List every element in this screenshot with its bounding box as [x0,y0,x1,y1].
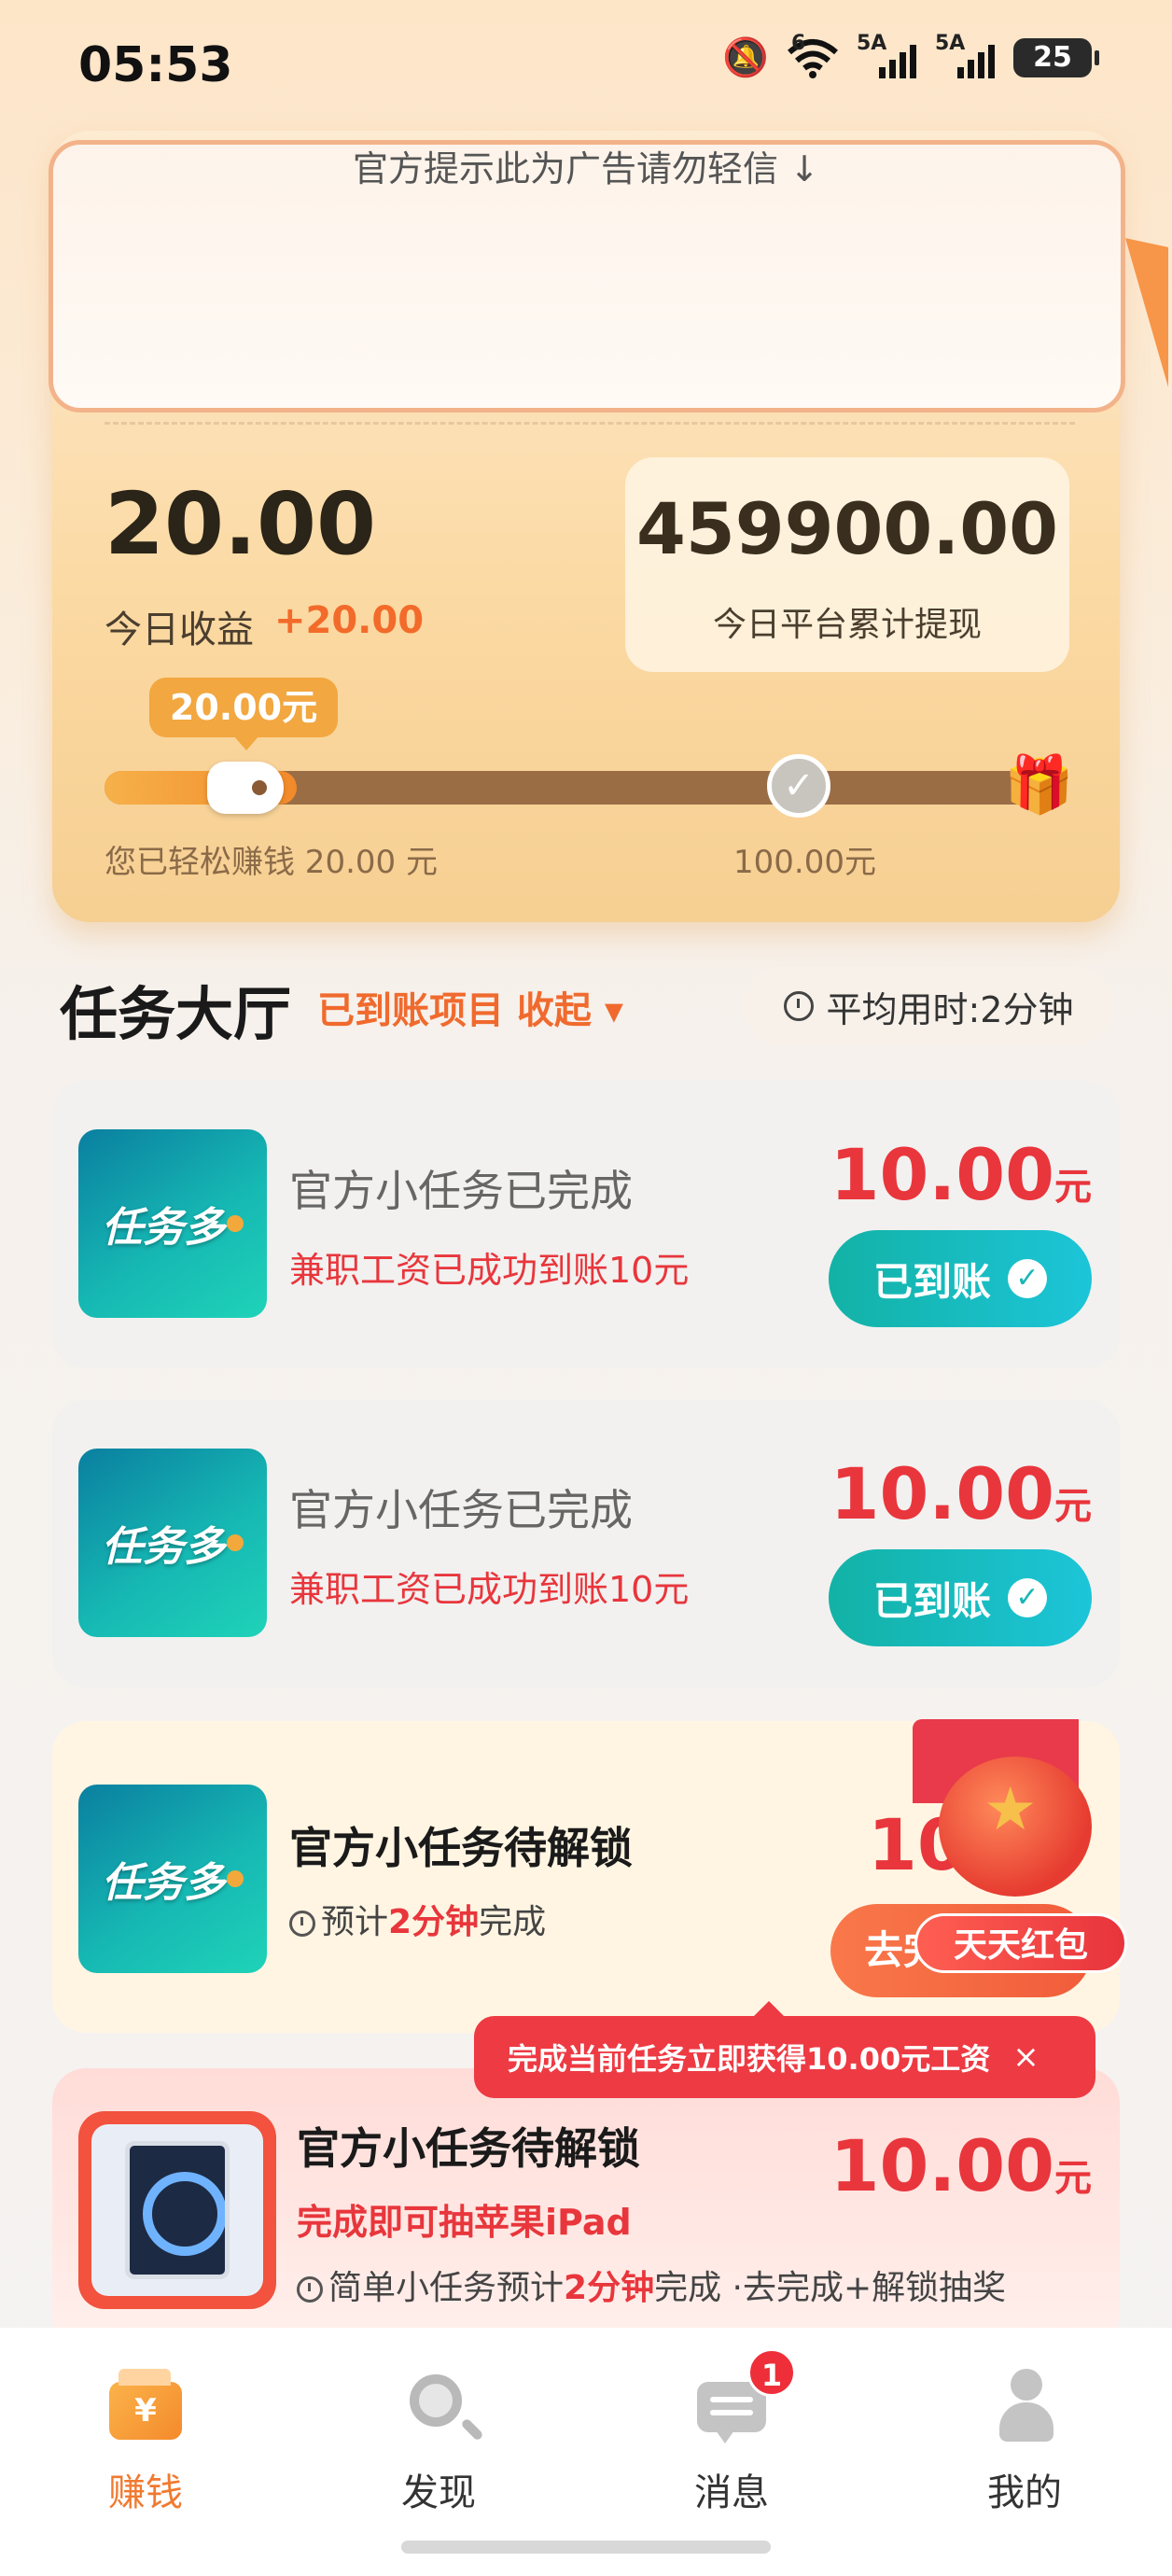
task-title: 官方小任务待解锁 [297,2123,640,2174]
ipad-thumbnail [78,2111,276,2309]
task-logo: 任务多 [78,1129,267,1318]
earned-label: 您已轻松赚钱 20.00 元 [105,844,438,881]
divider [105,422,1075,425]
unread-badge: 1 [747,2348,796,2397]
nav-profile[interactable]: 我的 [931,2369,1118,2516]
collapse-toggle[interactable]: 已到账项目 收起 ▾ [317,980,623,1034]
nav-label: 赚钱 [108,2471,183,2514]
task-subtitle: 完成即可抽苹果iPad [297,2202,632,2243]
task-amount: 10.00元 [830,1133,1092,1216]
task-logo: 任务多 [78,1785,267,1973]
profile-icon [999,2369,1053,2443]
task-amount: 10.00元 [830,1452,1092,1535]
nav-label: 消息 [694,2471,769,2514]
today-earnings-label: 今日收益 [105,609,254,651]
nav-earn[interactable]: ¥ 赚钱 [52,2369,239,2516]
nav-discover[interactable]: 发现 [345,2369,532,2516]
check-icon: ✓ [1008,1578,1047,1617]
task-title: 官方小任务已完成 [289,1166,633,1216]
status-bar: 05:53 🔕 6 5A 5A 25 [0,0,1172,131]
platform-withdraw-label: 今日平台累计提现 [712,606,982,644]
task-card-completed-1[interactable]: 任务多 官方小任务已完成 兼职工资已成功到账10元 10.00元 已到账 ✓ [52,1081,1120,1368]
task-card-completed-2[interactable]: 任务多 官方小任务已完成 兼职工资已成功到账10元 10.00元 已到账 ✓ [52,1400,1120,1687]
task-hall-title: 任务大厅 [60,980,292,1048]
clock-icon [783,991,814,1021]
red-packet-floating[interactable]: ★ [913,1719,1122,1934]
rocket-icon [207,762,284,814]
today-earnings-delta: +20.00 [274,599,425,642]
task-estimate: 预计2分钟完成 [289,1895,546,1943]
gift-icon[interactable]: 🎁 [1004,752,1074,818]
task-logo: 任务多 [78,1449,267,1637]
today-earnings-value: 20.00 [105,474,377,574]
clock-icon [289,1911,315,1937]
task-card-ipad[interactable]: 官方小任务待解锁 完成即可抽苹果iPad 简单小任务预计2分钟完成 ·去完成+解… [52,2068,1120,2348]
ad-notice: 官方提示此为广告请勿轻信 ↓ [353,148,819,189]
close-icon[interactable]: × [1012,2038,1039,2076]
wifi-icon: 6 [786,32,840,78]
star-icon: ★ [984,1775,1038,1844]
received-button[interactable]: 已到账 ✓ [829,1549,1092,1646]
task-subtitle: 兼职工资已成功到账10元 [289,1569,690,1610]
signal-icon-1: 5A [857,32,918,78]
clock-time: 05:53 [78,37,233,93]
ad-corner-decoration [1125,238,1168,387]
status-icons: 🔕 6 5A 5A 25 [722,32,1099,79]
goal-label: 100.00元 [733,844,876,881]
progress-bubble: 20.00元 [149,678,338,750]
nav-label: 我的 [987,2471,1062,2514]
task-title: 官方小任务待解锁 [289,1823,633,1873]
task-amount: 10.00元 [830,2124,1092,2207]
red-packet-label[interactable]: 天天红包 [914,1913,1127,1973]
received-button[interactable]: 已到账 ✓ [829,1230,1092,1327]
home-indicator[interactable] [401,2541,771,2554]
nav-messages[interactable]: 1 消息 [638,2348,825,2516]
nav-label: 发现 [401,2471,476,2514]
task-subtitle: 兼职工资已成功到账10元 [289,1250,690,1291]
task-title: 官方小任务已完成 [289,1485,633,1535]
battery-icon: 25 [1013,37,1099,77]
checkpoint-check-icon: ✓ [767,754,830,818]
bell-off-icon: 🔕 [722,36,769,79]
clock-icon [297,2276,323,2303]
bottom-nav: ¥ 赚钱 发现 1 消息 我的 [0,2328,1172,2576]
signal-icon-2: 5A [935,32,997,78]
wallet-icon: ¥ [109,2369,182,2440]
discover-icon [410,2374,462,2427]
ipad-image [125,2141,230,2279]
tip-text: 完成当前任务立即获得10.00元工资 [508,2041,991,2077]
wifi-badge: 6 [791,31,806,55]
check-icon: ✓ [1008,1259,1047,1298]
task-detail: 简单小任务预计2分钟完成 ·去完成+解锁抽奖 [297,2261,1006,2309]
reward-tip: 完成当前任务立即获得10.00元工资 × [474,2001,1095,2098]
platform-withdraw-value: 459900.00 [636,487,1058,570]
avg-time-pill: 平均用时:2分钟 [743,967,1114,1045]
avg-time-text: 平均用时:2分钟 [826,988,1074,1030]
